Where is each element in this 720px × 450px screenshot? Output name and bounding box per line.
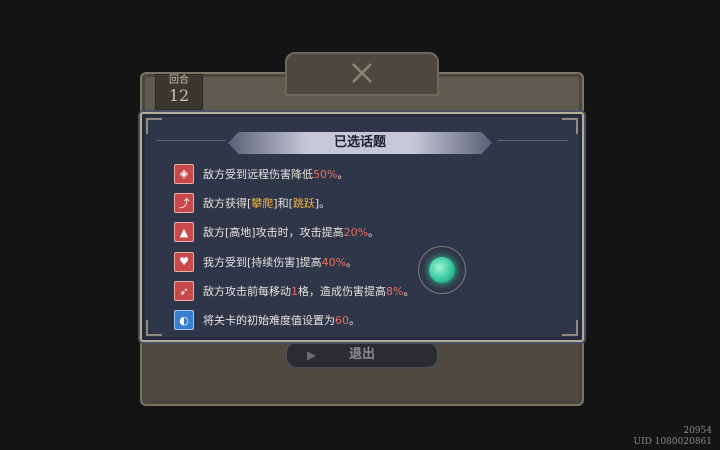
topic-text: 敌方受到远程伤害降低50%。 — [203, 166, 348, 182]
topic-list: ◈ 敌方受到远程伤害降低50%。 ⤴ 敌方获得[攀爬]和[跳跃]。 ▲ 敌方[高地]攻击时… — [174, 160, 554, 336]
topic-text-part: 。 — [403, 285, 415, 299]
topic-text-part: 40% — [321, 255, 347, 269]
topic-text-part: 攀爬 — [251, 196, 274, 210]
shield-icon: ◈ — [174, 163, 194, 184]
round-counter: 回合 12 — [155, 74, 203, 110]
topic-text-part: 1 — [291, 285, 298, 299]
topic-text-part: ]和[ — [273, 196, 293, 210]
topic-text: 敌方[高地]攻击时，攻击提高20%。 — [203, 224, 379, 240]
topic-row: ⤴ 敌方获得[攀爬]和[跳跃]。 — [174, 189, 554, 216]
divider-ornament — [156, 140, 226, 141]
topic-row: ◐ 将关卡的初始难度值设置为60。 — [174, 307, 554, 334]
heart-damage-icon: ♥ — [174, 251, 194, 272]
round-value: 12 — [168, 86, 190, 105]
topic-text-part: 将关卡的初始难度值设置为 — [203, 314, 335, 328]
footer-uid: UID 1080020861 — [633, 437, 712, 447]
topic-text-part: ]。 — [314, 196, 331, 210]
divider-ornament — [498, 140, 568, 141]
play-arrow-icon: ▶ — [307, 348, 317, 362]
footer-ids: 20954 UID 1080020861 — [634, 426, 712, 448]
topic-text-part: 。 — [337, 167, 349, 181]
corner-ornament — [146, 320, 162, 336]
topic-text: 敌方获得[攀爬]和[跳跃]。 — [203, 195, 330, 211]
topic-text-part: 我方受到[持续伤害]提高 — [203, 255, 322, 269]
topic-text-part: 60 — [335, 314, 349, 328]
topic-text-part: 格，造成伤害提高 — [298, 285, 386, 299]
topic-text: 敌方攻击前每移动1格，造成伤害提高8%。 — [203, 283, 414, 299]
orb-core — [429, 257, 455, 283]
topic-text-part: 。 — [346, 255, 358, 269]
move-attack-icon: ➶ — [174, 281, 194, 302]
corner-ornament — [146, 118, 162, 134]
modal-title-text: 已选话题 — [333, 135, 386, 150]
highland-icon: ▲ — [174, 222, 194, 243]
topic-text-part: 敌方受到远程伤害降低 — [203, 167, 313, 181]
exit-button-label: 退出 — [348, 347, 375, 362]
exit-button[interactable]: ▶ 退出 — [285, 341, 439, 369]
difficulty-icon: ◐ — [174, 310, 194, 331]
topic-row: ◈ 敌方受到远程伤害降低50%。 — [174, 160, 554, 187]
modal-title: 已选话题 — [228, 132, 492, 154]
topic-row: ▲ 敌方[高地]攻击时，攻击提高20%。 — [174, 219, 554, 246]
topic-text-part: 敌方[高地]攻击时，攻击提高 — [203, 226, 344, 240]
topic-row: ➶ 敌方攻击前每移动1格，造成伤害提高8%。 — [174, 278, 554, 305]
cursor-orb — [418, 246, 466, 294]
topic-text-part: 8% — [386, 285, 404, 299]
topic-text: 将关卡的初始难度值设置为60。 — [203, 312, 360, 328]
topic-text-part: 20% — [343, 226, 369, 240]
corner-ornament — [562, 320, 578, 336]
crossed-swords-icon — [352, 63, 372, 83]
topic-text-part: 敌方获得[ — [203, 196, 252, 210]
topic-text: 我方受到[持续伤害]提高40%。 — [203, 254, 357, 270]
topic-text-part: 敌方攻击前每移动 — [203, 285, 291, 299]
topic-row: ♥ 我方受到[持续伤害]提高40%。 — [174, 248, 554, 275]
crest-emblem — [285, 52, 439, 96]
selected-topics-modal: 已选话题 ◈ 敌方受到远程伤害降低50%。 ⤴ 敌方获得[攀爬]和[跳跃]。 ▲ 敌方[高… — [140, 112, 584, 342]
topic-text-part: 。 — [349, 314, 360, 328]
climb-icon: ⤴ — [174, 192, 194, 213]
corner-ornament — [562, 118, 578, 134]
topic-text-part: 50% — [313, 167, 338, 181]
topic-text-part: 跳跃 — [292, 196, 315, 210]
footer-code: 20954 — [683, 426, 712, 436]
topic-text-part: 。 — [368, 226, 380, 240]
